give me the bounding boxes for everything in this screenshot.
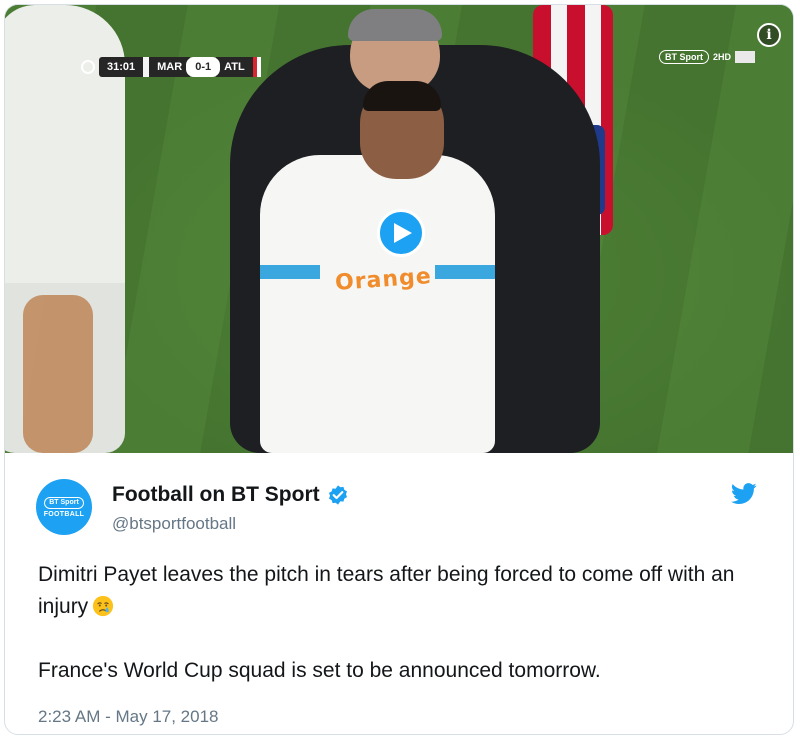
play-button[interactable]	[377, 209, 425, 257]
broadcaster-logo: BT Sport 2HD	[658, 50, 755, 64]
home-team: MAR	[149, 57, 191, 77]
main-player-figure	[260, 155, 495, 453]
avatar[interactable]: BT Sport FOOTBALL	[36, 479, 92, 535]
away-team: ATL	[216, 57, 253, 77]
tweet-paragraph-2: France's World Cup squad is set to be an…	[38, 659, 601, 682]
tweet-paragraph-1-text: Dimitri Payet leaves the pitch in tears …	[38, 563, 735, 618]
play-icon	[394, 223, 412, 243]
scoreboard: 31:01 MAR 0-1 ATL	[81, 57, 261, 77]
info-icon[interactable]: i	[757, 23, 781, 47]
author-name-row[interactable]: Football on BT Sport	[112, 483, 349, 507]
tweet-timestamp[interactable]: 2:23 AM - May 17, 2018	[38, 707, 219, 727]
hd-badge-icon	[735, 51, 755, 63]
away-team-color-stripe	[252, 57, 261, 77]
embedded-tweet-card: Orange 31:01 MAR 0-1 ATL BT Sport 2HD i …	[4, 4, 794, 735]
author-name[interactable]: Football on BT Sport	[112, 483, 320, 507]
tweet-body: BT Sport FOOTBALL Football on BT Sport @…	[5, 453, 793, 734]
tweet-text: Dimitri Payet leaves the pitch in tears …	[38, 559, 768, 687]
author-handle[interactable]: @btsportfootball	[112, 514, 236, 534]
video-player[interactable]: Orange 31:01 MAR 0-1 ATL BT Sport 2HD i	[5, 5, 793, 453]
competition-logo-icon	[81, 60, 95, 74]
broadcaster-channel: 2HD	[712, 52, 731, 62]
avatar-line-2: FOOTBALL	[43, 510, 85, 518]
main-player-hair	[363, 81, 441, 111]
match-clock: 31:01	[99, 57, 144, 77]
avatar-line-1: BT Sport	[44, 496, 84, 509]
twitter-bird-icon[interactable]	[731, 483, 757, 505]
referee-hair	[348, 9, 442, 41]
broadcaster-name: BT Sport	[658, 50, 709, 64]
crying-face-emoji-icon	[93, 595, 114, 617]
match-score: 0-1	[186, 57, 221, 77]
tweet-paragraph-1: Dimitri Payet leaves the pitch in tears …	[38, 559, 768, 623]
verified-badge-icon	[328, 485, 347, 505]
